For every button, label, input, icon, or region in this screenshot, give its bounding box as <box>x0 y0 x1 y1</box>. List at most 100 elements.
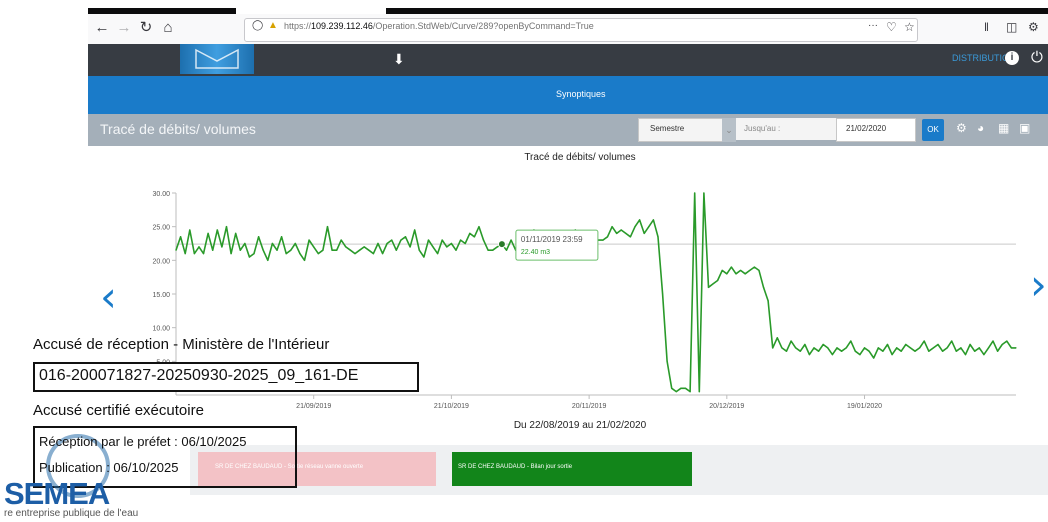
data-point <box>1001 343 1003 346</box>
data-point <box>455 249 457 251</box>
data-point <box>313 246 315 248</box>
data-point <box>840 350 843 352</box>
data-point <box>235 232 237 234</box>
table-icon[interactable]: ▦ <box>998 121 1009 135</box>
data-point <box>377 242 379 245</box>
data-point <box>923 340 925 342</box>
data-point <box>666 360 668 362</box>
image-icon[interactable]: ▣ <box>1019 121 1030 135</box>
data-point <box>611 226 613 228</box>
url-path: /Operation.StdWeb/Curve/289?openByComman… <box>372 21 594 31</box>
chevron-right-icon[interactable]: › <box>1030 260 1047 309</box>
ok-button[interactable]: OK <box>922 119 944 141</box>
url-text[interactable]: https://109.239.112.46/Operation.StdWeb/… <box>284 21 594 31</box>
data-point <box>822 343 824 346</box>
home-icon: ⌂ <box>163 19 173 36</box>
data-point <box>381 253 384 255</box>
data-point <box>276 249 278 251</box>
data-point <box>964 354 967 356</box>
data-point <box>510 239 512 241</box>
data-point <box>873 357 875 359</box>
home-button[interactable]: ⌂ <box>158 18 178 38</box>
data-point <box>850 340 852 342</box>
chevron-left-icon[interactable]: ‹ <box>100 272 117 321</box>
data-point <box>997 350 999 352</box>
data-point <box>372 253 374 255</box>
pie-chart-icon[interactable]: ◕ <box>977 121 984 135</box>
data-point <box>285 253 287 255</box>
data-point <box>308 239 310 241</box>
data-point <box>473 236 475 238</box>
synoptiques-link[interactable]: Synoptiques <box>556 89 606 99</box>
data-point <box>643 232 645 234</box>
data-point <box>648 226 650 228</box>
data-point <box>317 253 319 255</box>
data-point <box>928 350 930 352</box>
data-point <box>602 239 604 241</box>
data-point <box>735 273 737 275</box>
data-point <box>987 347 990 349</box>
info-icon[interactable]: i <box>1005 51 1019 65</box>
data-point <box>267 259 269 261</box>
data-point <box>391 239 393 241</box>
data-point <box>414 229 416 231</box>
lock-warning-icon[interactable]: ▲ <box>268 20 278 31</box>
chevron-down-icon[interactable]: ⌄ <box>722 118 736 142</box>
y-tick-label: 10.00 <box>152 326 170 333</box>
power-icon[interactable]: ⏻ <box>1031 49 1043 66</box>
data-point <box>795 347 797 349</box>
data-point <box>629 236 632 238</box>
data-point <box>739 269 742 272</box>
data-point <box>193 253 195 255</box>
data-point <box>684 387 687 389</box>
download-icon[interactable]: ⬇ <box>393 51 407 68</box>
stamp-publication-date: Publication : 06/10/2025 <box>39 460 179 475</box>
forward-button[interactable]: → <box>114 18 134 38</box>
data-point <box>262 249 264 251</box>
data-point <box>1006 340 1008 342</box>
data-point <box>441 239 443 241</box>
data-point <box>212 249 214 251</box>
bookmark-star-icon[interactable]: ☆ <box>904 20 915 34</box>
data-point <box>891 354 893 356</box>
data-point <box>831 354 833 356</box>
data-point <box>487 249 489 251</box>
library-icon[interactable]: ‖ <box>984 20 989 34</box>
data-point <box>661 293 664 295</box>
arrow-right-icon: → <box>116 19 132 36</box>
data-point <box>813 347 815 349</box>
x-tick-label: 19/01/2020 <box>847 403 882 410</box>
data-point <box>482 239 485 241</box>
app-logo[interactable] <box>180 44 254 74</box>
data-point <box>198 246 200 248</box>
data-point <box>303 259 306 261</box>
back-button[interactable]: ← <box>92 18 112 38</box>
data-point <box>225 226 228 228</box>
data-point <box>336 249 338 251</box>
pocket-icon[interactable]: ♡ <box>886 20 897 34</box>
stamp-certification: Accusé certifié exécutoire <box>33 402 204 419</box>
shield-icon[interactable]: ◯ <box>252 20 263 31</box>
data-point <box>478 226 480 228</box>
data-point <box>606 236 609 238</box>
extension-icon[interactable]: ⚙ <box>1028 20 1039 34</box>
data-point <box>386 242 388 245</box>
page-actions-menu[interactable]: ··· <box>868 20 878 31</box>
sidebar-icon[interactable]: ◫ <box>1006 20 1017 34</box>
data-point <box>271 242 273 245</box>
data-point <box>900 350 902 352</box>
data-point <box>785 350 788 352</box>
data-point <box>675 391 677 393</box>
data-point <box>326 226 329 228</box>
data-point <box>349 249 352 251</box>
data-point <box>404 236 407 238</box>
data-point <box>639 219 641 221</box>
data-point <box>712 283 714 285</box>
gear-icon[interactable]: ⚙ <box>956 121 967 135</box>
data-point <box>698 391 700 393</box>
data-point <box>258 236 260 238</box>
data-point <box>863 347 866 349</box>
data-point <box>239 249 241 251</box>
data-point <box>400 239 402 241</box>
reload-button[interactable]: ↻ <box>136 18 156 38</box>
